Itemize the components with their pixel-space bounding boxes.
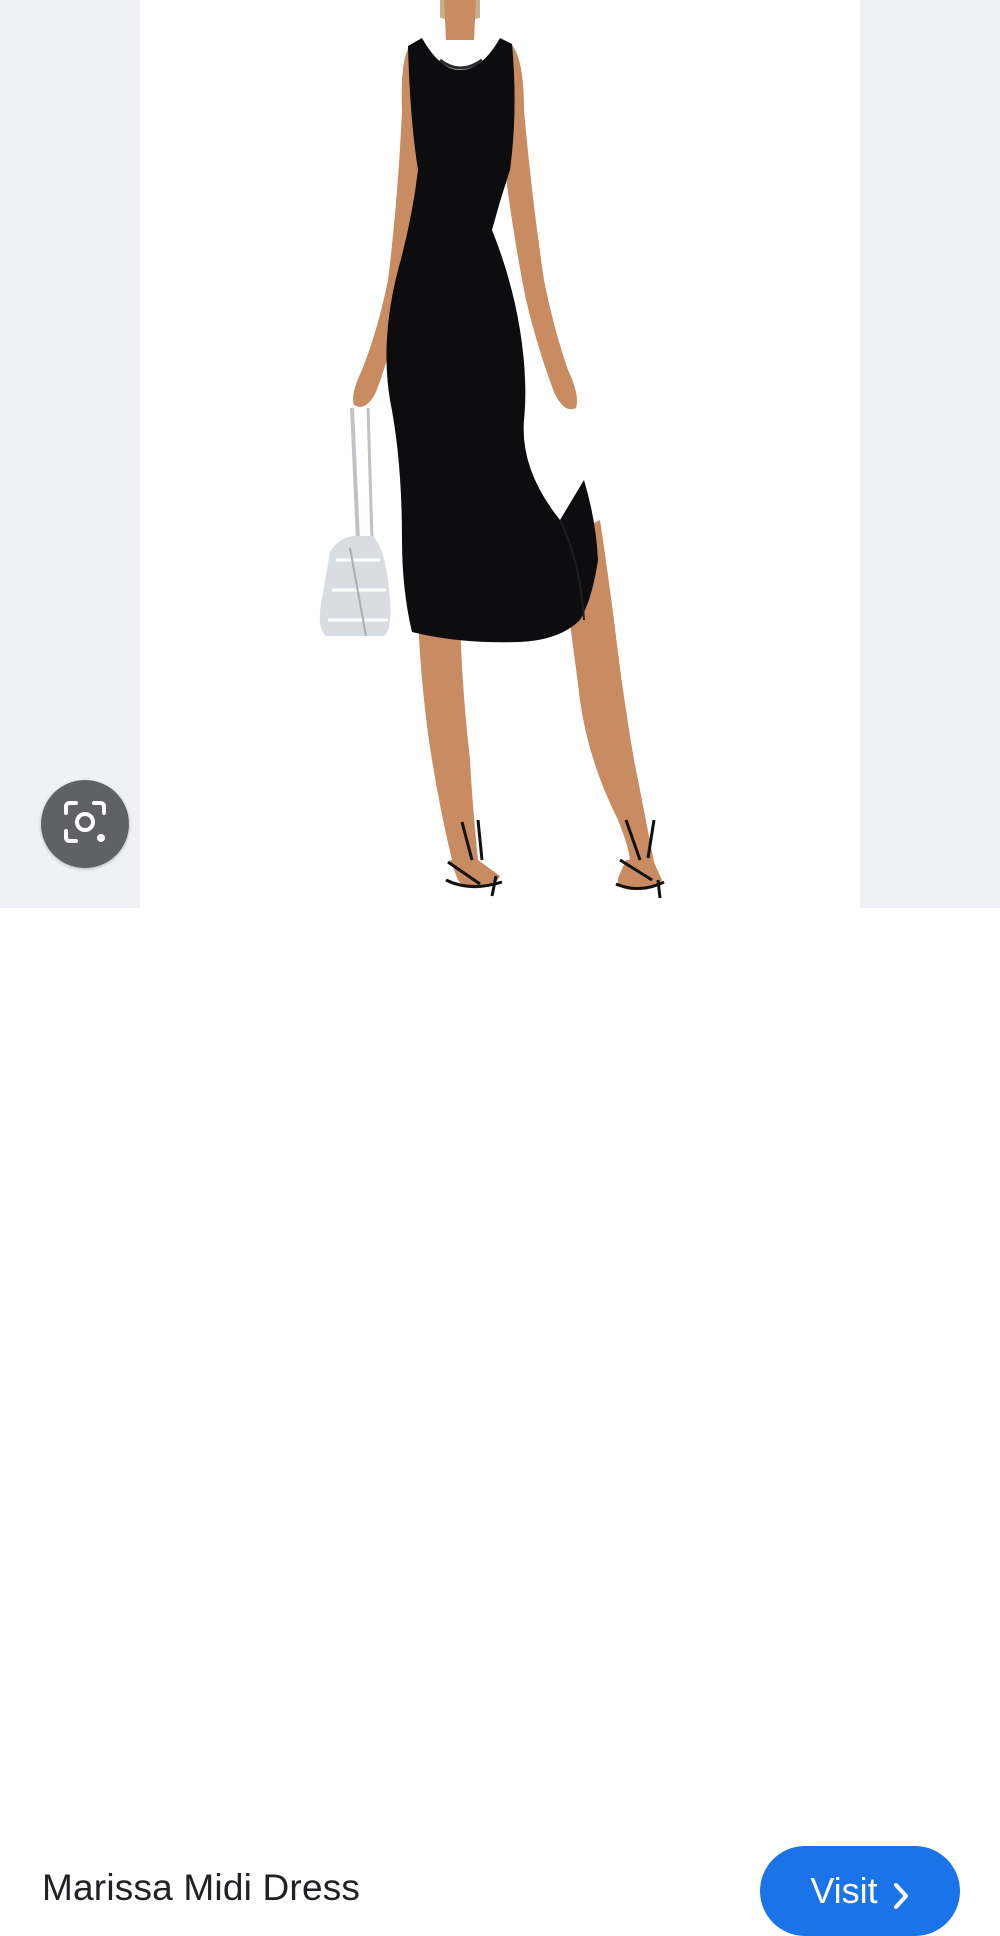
product-title[interactable]: Marissa Midi Dress xyxy=(42,1866,360,1910)
lens-search-button[interactable] xyxy=(41,780,129,868)
visit-button[interactable]: Visit xyxy=(760,1846,960,1936)
product-info-bar: Marissa Midi Dress Visit xyxy=(0,908,1000,1936)
image-preview-panel xyxy=(0,0,1000,908)
camera-lens-icon xyxy=(62,799,108,850)
visit-button-label: Visit xyxy=(810,1870,878,1911)
product-photo[interactable] xyxy=(140,0,860,908)
chevron-right-icon xyxy=(892,1877,910,1919)
